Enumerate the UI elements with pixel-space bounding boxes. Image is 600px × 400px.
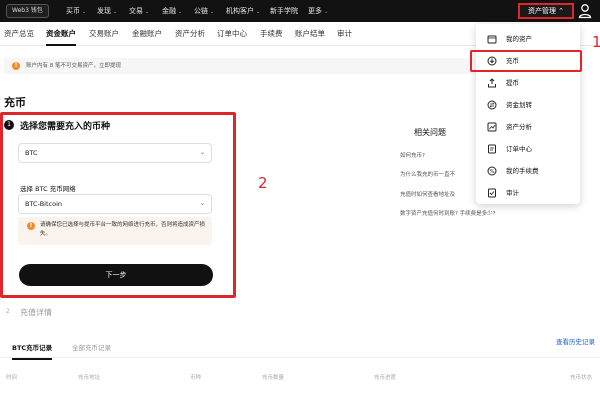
faq-link[interactable]: 数字资产充值何时到账? 手续费是多少? bbox=[400, 209, 496, 217]
menu-item-label: 订单中心 bbox=[506, 145, 532, 153]
top-navigation-bar: Web3 钱包 买币 ⌄ 发现 ⌄ 交易 ⌄ 金融 ⌄ 公链 ⌄ 机构客户 ⌄ 新手学院 更… bbox=[0, 0, 600, 22]
fee-icon: % bbox=[487, 166, 497, 176]
nav-item-academy[interactable]: 新手学院 bbox=[270, 0, 298, 22]
menu-item-withdraw[interactable]: 提币 bbox=[476, 72, 580, 94]
nav-item-trade[interactable]: 交易 ⌄ bbox=[129, 0, 149, 22]
tab-asset-overview[interactable]: 资产总览 bbox=[4, 22, 34, 46]
analysis-icon bbox=[487, 122, 497, 132]
menu-item-label: 资产分析 bbox=[506, 123, 532, 131]
notice-banner[interactable]: ! 账户内有 8 笔不可交易资产，立即提现 bbox=[4, 58, 474, 74]
column-header: 充币进度 bbox=[374, 375, 397, 381]
warning-text: 请确保您已选择与提币平台一致的网络进行充币，否则将造成资产损失。 bbox=[40, 222, 206, 237]
network-select-value: BTC-Bitcoin bbox=[25, 200, 62, 208]
warning-icon: ! bbox=[27, 222, 35, 230]
audit-icon bbox=[488, 188, 496, 198]
nav-label: 买币 bbox=[66, 7, 80, 15]
column-header: 充币状态 bbox=[570, 375, 593, 381]
menu-item-transfer[interactable]: 资金划转 bbox=[476, 94, 580, 116]
menu-item-asset-analysis[interactable]: 资产分析 bbox=[476, 116, 580, 138]
order-icon bbox=[488, 144, 496, 154]
tab-funding-account[interactable]: 资金账户 bbox=[46, 22, 76, 46]
chevron-down-icon: ⌄ bbox=[113, 9, 118, 15]
column-header: 时间 bbox=[6, 375, 18, 381]
network-field-label: 选择 BTC 充币网络 bbox=[20, 185, 76, 193]
menu-item-label: 提币 bbox=[506, 79, 519, 87]
annotation-number-1: 1 bbox=[592, 33, 600, 51]
menu-item-label: 资金划转 bbox=[506, 101, 532, 109]
asset-management-button[interactable]: 资产管理 ⌃ bbox=[518, 3, 574, 19]
tab-asset-analysis[interactable]: 资产分析 bbox=[175, 22, 205, 46]
nav-item-public-chain[interactable]: 公链 ⌄ bbox=[194, 0, 214, 22]
network-warning: ! 请确保您已选择与提币平台一致的网络进行充币，否则将造成资产损失。 bbox=[18, 217, 212, 245]
chevron-down-icon: ⌄ bbox=[199, 200, 205, 207]
step-number: 2 bbox=[6, 308, 10, 315]
nav-label: 公链 bbox=[194, 7, 208, 15]
tab-trading-account[interactable]: 交易账户 bbox=[89, 22, 119, 46]
nav-item-more[interactable]: 更多 ⌄ bbox=[308, 0, 328, 22]
column-header: 币种 bbox=[190, 375, 202, 381]
nav-label: 机构客户 bbox=[226, 7, 254, 15]
column-header: 充币地址 bbox=[78, 375, 101, 381]
chevron-down-icon: ⌄ bbox=[210, 9, 215, 15]
tab-all-deposit-records[interactable]: 全部充币记录 bbox=[72, 338, 111, 358]
chevron-down-icon: ⌄ bbox=[178, 9, 183, 15]
nav-label: 交易 bbox=[129, 7, 143, 15]
nav-label: 发现 bbox=[97, 7, 111, 15]
faq-link[interactable]: 如何充币? bbox=[400, 151, 425, 159]
column-header: 充币数量 bbox=[262, 375, 285, 381]
transfer-icon bbox=[487, 100, 497, 110]
step-title: 充值详情 bbox=[20, 308, 52, 317]
coin-select[interactable]: BTC ⌄ bbox=[18, 143, 212, 163]
withdraw-icon bbox=[488, 78, 496, 88]
chevron-down-icon: ⌄ bbox=[199, 149, 205, 156]
chevron-down-icon: ⌄ bbox=[324, 9, 329, 15]
user-icon[interactable] bbox=[578, 3, 592, 19]
nav-label: 金融 bbox=[162, 7, 176, 15]
network-select[interactable]: BTC-Bitcoin ⌄ bbox=[18, 194, 212, 214]
wallet-icon bbox=[487, 35, 497, 44]
next-step-button[interactable]: 下一步 bbox=[19, 264, 213, 286]
nav-label: 更多 bbox=[308, 7, 322, 15]
web3-wallet-button[interactable]: Web3 钱包 bbox=[6, 4, 49, 18]
nav-label: 新手学院 bbox=[270, 7, 298, 15]
tab-order-center[interactable]: 订单中心 bbox=[217, 22, 247, 46]
svg-text:%: % bbox=[489, 169, 494, 175]
nav-item-institutional[interactable]: 机构客户 ⌄ bbox=[226, 0, 260, 22]
menu-item-my-fees[interactable]: % 我的手续费 bbox=[476, 160, 580, 182]
tab-statements[interactable]: 账户结单 bbox=[295, 22, 325, 46]
step-number-badge: 1 bbox=[4, 120, 14, 130]
chevron-down-icon: ⌄ bbox=[256, 9, 261, 15]
nav-item-buy-crypto[interactable]: 买币 ⌄ bbox=[66, 0, 86, 22]
step-title: 选择您需要充入的币种 bbox=[20, 122, 111, 132]
faq-link[interactable]: 为什么我充的币一直不 bbox=[400, 170, 455, 178]
related-questions-title: 相关问题 bbox=[414, 128, 446, 137]
menu-item-label: 我的手续费 bbox=[506, 167, 539, 175]
notice-text: 账户内有 8 笔不可交易资产，立即提现 bbox=[26, 63, 121, 69]
tab-audit[interactable]: 审计 bbox=[337, 22, 352, 46]
tab-btc-deposit-records[interactable]: BTC充币记录 bbox=[12, 338, 53, 360]
coin-select-value: BTC bbox=[25, 149, 38, 157]
menu-item-audit[interactable]: 审计 bbox=[476, 182, 580, 204]
faq-link[interactable]: 充值时如何查看地址及 bbox=[400, 190, 455, 198]
nav-item-finance[interactable]: 金融 ⌄ bbox=[162, 0, 182, 22]
menu-item-label: 审计 bbox=[506, 189, 519, 197]
records-tabs: BTC充币记录 全部充币记录 bbox=[0, 338, 600, 360]
annotation-box-deposit-menu-item bbox=[470, 50, 582, 72]
tab-fees[interactable]: 手续费 bbox=[260, 22, 283, 46]
annotation-number-2: 2 bbox=[258, 174, 268, 192]
menu-item-order-center[interactable]: 订单中心 bbox=[476, 138, 580, 160]
chevron-down-icon: ⌄ bbox=[145, 9, 150, 15]
tab-earn-account[interactable]: 金融账户 bbox=[132, 22, 162, 46]
menu-item-my-assets[interactable]: 我的资产 bbox=[476, 28, 580, 50]
nav-item-discover[interactable]: 发现 ⌄ bbox=[97, 0, 117, 22]
menu-item-label: 我的资产 bbox=[506, 35, 532, 43]
view-history-link[interactable]: 查看历史记录 bbox=[556, 336, 595, 346]
page-title: 充币 bbox=[4, 96, 26, 109]
warning-icon: ! bbox=[12, 62, 20, 70]
chevron-down-icon: ⌄ bbox=[82, 9, 87, 15]
